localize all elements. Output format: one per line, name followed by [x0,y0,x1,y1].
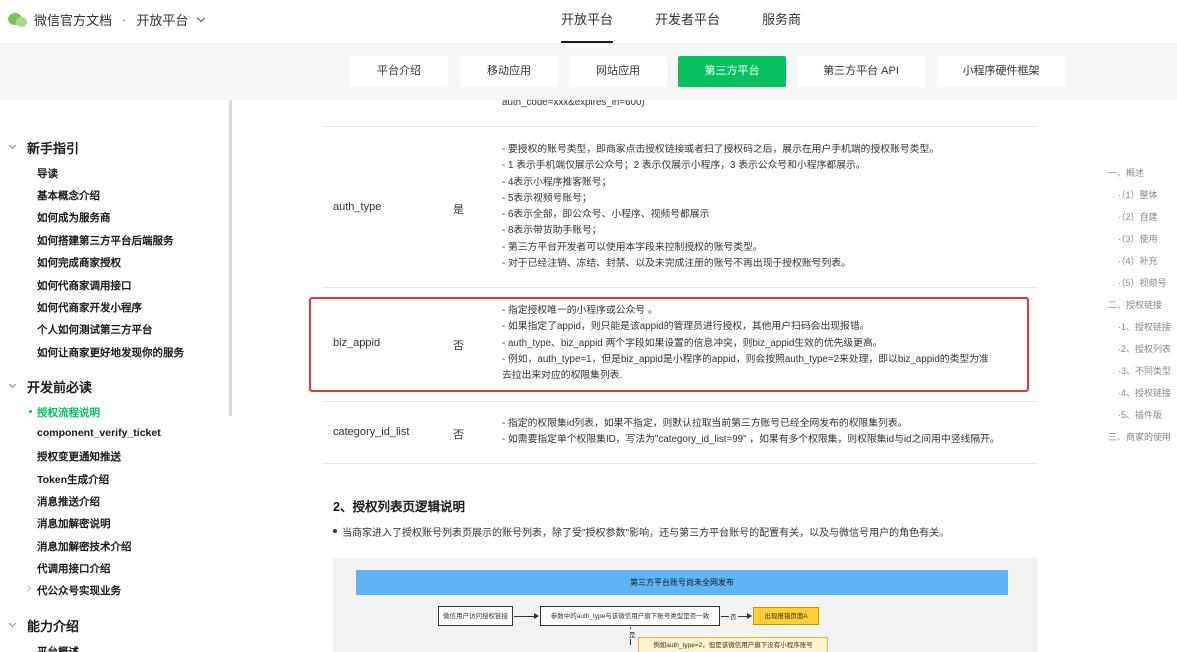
toc-item[interactable]: ·（4）补充 [1118,254,1158,267]
sidebar-item-label: 代公众号实现业务 [37,585,121,597]
chevron-down-icon[interactable] [197,13,206,22]
tab-third-party-platform[interactable]: 第三方平台 [678,56,786,87]
bullet-text: 当商家进入了授权账号列表页展示的账号列表，除了受"授权参数"影响，还与第三方平台… [332,524,949,539]
table-cell-fragment: auth_code=xxx&expires_in=600) [502,100,1042,111]
highlight-box [309,297,1029,392]
desc-line: - 第三方平台开发者可以使用本字段来控制授权的账号类型。 [502,241,763,253]
diagram-title: 第三方平台账号尚未全网发布 [356,570,1008,595]
chevron-down-icon [8,619,17,628]
desc-line: - 4表示小程序推客账号； [502,176,612,188]
sidebar-item-auth-change-push[interactable]: 授权变更通知推送 [37,449,121,464]
sidebar-section-label: 新手指引 [27,141,80,156]
sidebar-item-encryption-tech[interactable]: 消息加解密技术介绍 [37,539,132,554]
code-fragment: auth_code=xxx&expires_in=600) [502,100,645,108]
diagram-box-check-type: 参数中的auth_type与该微信用户旗下账号类型是否一致 [540,606,720,626]
sidebar-item-develop-miniprogram[interactable]: 如何代商家开发小程序 [37,300,142,315]
sidebar-item-guide[interactable]: 导读 [37,166,58,181]
toc-item[interactable]: 二、授权链接 [1108,298,1162,311]
section-heading: 2、授权列表页逻辑说明 [333,500,465,514]
category-tabs: 平台介绍 移动应用 网站应用 第三方平台 第三方平台 API 小程序硬件框架 [0,44,1177,100]
chevron-right-icon [23,584,32,593]
toc-item[interactable]: ·（5）视频号 [1118,276,1167,289]
toc-item[interactable]: ·3、不同类型 [1118,364,1171,377]
tab-mobile-app[interactable]: 移动应用 [460,56,558,87]
main-content: auth_code=xxx&expires_in=600) auth_type … [232,100,1102,652]
desc-line: - 对于已经注销、冻结、封禁、以及未完成注册的账号不再出现于授权账号列表。 [502,258,851,270]
desc-line: - 8表示带货助手账号； [502,225,602,237]
chevron-down-icon [8,141,17,150]
desc-line: - 6表示全部，即公众号、小程序、视频号都展示 [502,209,710,221]
top-bar: 微信官方文档 · 开放平台 开放平台 开发者平台 服务商 [0,0,1177,44]
section-switcher[interactable]: 开放平台 [136,10,188,29]
sidebar-item-discover-service[interactable]: 如何让商家更好地发现你的服务 [37,345,184,360]
desc-line: - 如需要指定单个权限集ID，写法为"category_id_list=99" … [502,434,1000,446]
toc-item[interactable]: ·4、授权链接 [1118,386,1171,399]
toc-item[interactable]: ·2、授权列表 [1118,342,1171,355]
top-nav-service-provider[interactable]: 服务商 [741,0,822,44]
toc-item[interactable]: 一、概述 [1108,166,1144,179]
sidebar: 新手指引 导读 基本概念介绍 如何成为服务商 如何搭建第三方平台后端服务 如何完… [0,100,232,652]
wechat-logo-icon [8,11,28,29]
desc-line: - 指定的权限集id列表，如果不指定，则默认拉取当前第三方账号已经全网发布的权限… [502,418,908,429]
toc-item[interactable]: ·（2）自建 [1118,210,1158,223]
sidebar-item-message-push[interactable]: 消息推送介绍 [37,494,100,509]
toc-item[interactable]: ·5、插件版 [1118,408,1162,421]
sidebar-item-proxy-api[interactable]: 代调用接口介绍 [37,561,111,576]
table-divider [322,126,1038,127]
tab-third-party-api[interactable]: 第三方平台 API [797,56,925,87]
sidebar-item-official-account[interactable]: 代公众号实现业务 [23,583,121,598]
sidebar-item-platform-overview[interactable]: 平台概述 [37,644,79,652]
flow-diagram: 第三方平台账号尚未全网发布 微信用户访问授权链接 参数中的auth_type与该… [333,558,1038,652]
sidebar-section-beginner[interactable]: 新手指引 [8,138,80,157]
table-of-contents: 一、概述 ·（1）整体 ·（2）自建 ·（3）使用 ·（4）补充 ·（5）视频号… [1102,100,1177,652]
sidebar-item-verify-ticket[interactable]: component_verify_ticket [37,427,161,439]
toc-item[interactable]: ·（3）使用 [1118,232,1158,245]
sidebar-section-before-dev[interactable]: 开发前必读 [8,377,93,396]
diagram-box-visit-link: 微信用户访问授权链接 [438,606,513,626]
brand[interactable]: 微信官方文档 · 开放平台 [8,10,206,29]
toc-item[interactable]: 三、商家的使用 [1108,430,1171,443]
diagram-label-no: 否 [729,611,738,621]
table-divider [322,463,1038,464]
desc-auth-type: - 要授权的账号类型，即商家点击授权链接或者扫了授权码之后，展示在用户手机端的授… [502,142,1042,272]
desc-line: - 1 表示手机端仅展示公众号；2 表示仅展示小程序，3 表示公众号和小程序都展… [502,160,866,172]
sidebar-item-basic-concepts[interactable]: 基本概念介绍 [37,188,100,203]
param-auth-type: auth_type [333,201,382,213]
required-category-id-list: 否 [453,429,464,441]
desc-line: - 5表示视频号账号； [502,192,592,204]
brand-separator: · [122,12,127,27]
desc-category-id-list: - 指定的权限集id列表，如果不指定，则默认拉取当前第三方账号已经全网发布的权限… [502,416,1042,449]
sidebar-item-backend-service[interactable]: 如何搭建第三方平台后端服务 [37,233,174,248]
top-nav: 开放平台 开发者平台 服务商 [540,0,822,44]
param-category-id-list: category_id_list [333,426,410,438]
sidebar-item-token-intro[interactable]: Token生成介绍 [37,472,109,487]
sidebar-item-encryption[interactable]: 消息加解密说明 [37,516,111,531]
sidebar-section-label: 能力介绍 [27,619,80,634]
toc-item[interactable]: ·1、授权链接 [1118,320,1171,333]
sidebar-item-personal-test[interactable]: 个人如何测试第三方平台 [37,322,153,337]
top-nav-developer-platform[interactable]: 开发者平台 [634,0,741,44]
table-divider [322,287,1038,288]
sidebar-item-auth-flow[interactable]: 授权流程说明 [29,405,100,420]
sidebar-section-capabilities[interactable]: 能力介绍 [8,616,80,635]
tab-website-app[interactable]: 网站应用 [569,56,667,87]
top-nav-open-platform[interactable]: 开放平台 [540,0,634,44]
diagram-arrow [514,613,539,619]
brand-name: 微信官方文档 [34,13,113,28]
diagram-label-yes: 是 [628,629,637,639]
sidebar-item-become-provider[interactable]: 如何成为服务商 [37,210,111,225]
tab-hardware-framework[interactable]: 小程序硬件框架 [937,56,1065,87]
desc-line: - 要授权的账号类型，即商家点击授权链接或者扫了授权码之后，展示在用户手机端的授… [502,144,940,155]
table-divider [322,401,1038,402]
sidebar-item-call-api[interactable]: 如何代商家调用接口 [37,278,132,293]
toc-item[interactable]: ·（1）整体 [1118,188,1158,201]
sidebar-item-merchant-auth[interactable]: 如何完成商家授权 [37,255,121,270]
tab-platform-intro[interactable]: 平台介绍 [350,56,448,87]
diagram-box-example: 例如auth_type=2，但是该微信用户旗下没有小程序账号 [638,637,828,652]
diagram-box-error-page: 出现报错页面A [753,607,819,625]
chevron-down-icon [8,380,17,389]
sidebar-section-label: 开发前必读 [27,380,93,395]
required-auth-type: 是 [453,204,464,216]
